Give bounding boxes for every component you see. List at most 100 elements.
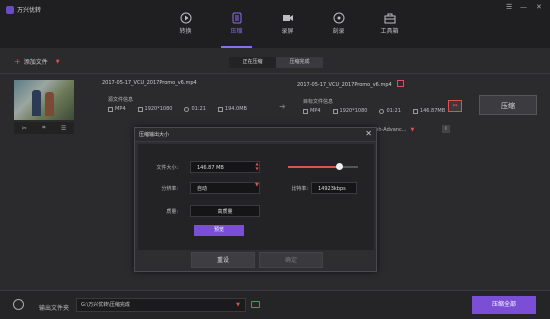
clock-icon — [184, 106, 190, 112]
folder-icon — [412, 108, 418, 114]
nav-toolbox[interactable]: 工具箱 — [364, 12, 415, 44]
nav-record-label: 录屏 — [281, 28, 294, 35]
arrow-right-icon: ➜ — [279, 102, 286, 111]
resolution-label: 分辨率: — [161, 186, 178, 192]
title-bar: 万兴优转 ☰ — ✕ 转换 压缩 录屏 刻录 工具箱 — [0, 0, 550, 48]
format-meta: MP4 — [108, 106, 126, 112]
compress-button[interactable]: 压缩 — [479, 95, 537, 115]
source-duration: 01:21 — [191, 106, 206, 112]
nav-toolbox-label: 工具箱 — [380, 28, 399, 35]
ok-button[interactable]: 确定 — [259, 252, 323, 268]
chevron-down-icon[interactable]: ▼ — [56, 59, 60, 65]
dialog-body: 文件大小: 146.87 MB ▲ ▼ 分辨率: 自动 ▼ 比特率: 14923k… — [138, 144, 374, 250]
nav-compress-label: 压缩 — [230, 28, 243, 35]
size-meta: 146.87MB — [412, 108, 446, 114]
resolution-icon — [137, 106, 143, 112]
add-file-label: 添加文件 — [23, 59, 48, 66]
compress-icon — [232, 12, 241, 24]
chevron-down-icon[interactable]: ▼ — [236, 299, 240, 311]
resolution-meta: 1920*1080 — [137, 106, 173, 112]
size-meta: 194.0MB — [217, 106, 247, 112]
schedule-clock-icon[interactable] — [13, 299, 24, 310]
reset-button[interactable]: 重设 — [191, 252, 255, 268]
play-icon — [180, 12, 191, 24]
target-duration: 01:21 — [386, 108, 401, 114]
size-slider[interactable] — [288, 163, 358, 170]
tab-compressing[interactable]: 正在压缩 — [229, 57, 276, 68]
edit-icon[interactable] — [397, 80, 404, 87]
size-input[interactable]: 146.87 MB — [190, 161, 260, 173]
source-info-label: 源文件信息 — [108, 97, 134, 103]
source-size: 194.0MB — [224, 106, 247, 112]
file-format-icon — [108, 106, 113, 112]
target-size: 146.87MB — [419, 108, 446, 114]
video-thumbnail[interactable] — [14, 80, 74, 120]
open-folder-icon[interactable] — [251, 301, 260, 308]
clock-icon — [379, 108, 385, 114]
main-nav: 转换 压缩 录屏 刻录 工具箱 — [160, 12, 415, 48]
folder-icon — [217, 106, 223, 112]
app-logo-icon — [6, 5, 14, 14]
effects-icon[interactable]: ☰ — [61, 125, 66, 132]
format-meta: MP4 — [303, 108, 321, 114]
preset-select[interactable]: lish-Advanc... ▼ — [373, 127, 414, 133]
source-meta: MP4 1920*1080 01:21 194.0MB — [108, 106, 247, 112]
quality-field[interactable]: 高质量 — [190, 205, 260, 217]
compress-size-dialog: 压缩输出大小 ✕ 文件大小: 146.87 MB ▲ ▼ 分辨率: 自动 ▼ 比特… — [134, 127, 377, 272]
source-file-name: 2017-05-17_VCU_2017Promo_v6.mp4 — [102, 80, 197, 86]
dialog-title: 压缩输出大小 — [135, 128, 376, 142]
target-meta: MP4 1920*1080 01:21 146.87MB — [303, 108, 445, 114]
bitrate-field: 14923kbps — [311, 182, 357, 194]
close-icon[interactable]: ✕ — [536, 3, 542, 11]
tab-completed[interactable]: 压缩完成 — [276, 57, 323, 68]
target-file-name: 2017-05-17_VCU_2017Promo_v6.mp4 — [297, 82, 392, 88]
nav-record[interactable]: 录屏 — [262, 12, 313, 44]
duration-meta: 01:21 — [379, 108, 401, 114]
slider-thumb[interactable] — [335, 163, 343, 170]
compress-subtabs: 正在压缩 压缩完成 — [229, 57, 323, 68]
crop-icon[interactable]: ⌗ — [42, 124, 45, 132]
compress-all-button[interactable]: 压缩全部 — [472, 296, 536, 314]
close-icon[interactable]: ✕ — [365, 129, 372, 138]
toolbar: + 添加文件 ▼ 正在压缩 压缩完成 — [0, 48, 550, 74]
source-resolution: 1920*1080 — [144, 106, 173, 112]
nav-convert-label: 转换 — [179, 28, 192, 35]
bitrate-label: 比特率: — [291, 186, 308, 192]
compress-settings-icon[interactable]: ⇔ — [448, 100, 462, 112]
output-path-select[interactable]: G:\万兴优转\压缩完成 ▼ — [76, 298, 246, 312]
source-format: MP4 — [115, 106, 126, 112]
target-format: MP4 — [310, 108, 321, 114]
info-icon[interactable]: i — [442, 125, 450, 133]
quality-label: 质量: — [166, 209, 178, 215]
burn-icon — [333, 12, 344, 24]
file-format-icon — [303, 108, 308, 114]
nav-burn-label: 刻录 — [332, 28, 345, 35]
nav-convert[interactable]: 转换 — [160, 12, 211, 44]
minimize-icon[interactable]: — — [520, 3, 527, 11]
preview-button[interactable]: 预览 — [194, 225, 244, 236]
thumbnail-figure — [45, 92, 54, 116]
output-folder-label: 输出文件夹 — [39, 305, 70, 312]
resolution-meta: 1920*1080 — [332, 108, 368, 114]
app-title-text: 万兴优转 — [17, 7, 42, 14]
bottom-bar: 输出文件夹 G:\万兴优转\压缩完成 ▼ 压缩全部 — [0, 290, 550, 319]
size-stepper[interactable]: ▲ ▼ — [253, 161, 261, 173]
thumbnail-figure — [32, 90, 41, 116]
add-file-button[interactable]: + 添加文件 ▼ — [14, 57, 60, 66]
size-label: 文件大小: — [156, 165, 178, 171]
record-icon — [282, 15, 293, 21]
duration-meta: 01:21 — [184, 106, 206, 112]
nav-burn[interactable]: 刻录 — [313, 12, 364, 44]
menu-icon[interactable]: ☰ — [506, 3, 512, 11]
resolution-icon — [332, 108, 338, 114]
output-path-text: G:\万兴优转\压缩完成 — [81, 302, 130, 308]
target-info-label: 目标文件信息 — [303, 99, 334, 105]
plus-icon: + — [14, 56, 21, 66]
thumbnail-tools: ✂ ⌗ ☰ — [14, 122, 74, 134]
nav-compress[interactable]: 压缩 — [211, 12, 262, 48]
toolbox-icon — [384, 13, 395, 24]
resolution-select[interactable]: 自动 — [190, 182, 260, 194]
scissors-icon[interactable]: ✂ — [22, 125, 27, 132]
target-resolution: 1920*1080 — [339, 108, 368, 114]
chevron-down-icon: ▼ — [410, 127, 415, 133]
